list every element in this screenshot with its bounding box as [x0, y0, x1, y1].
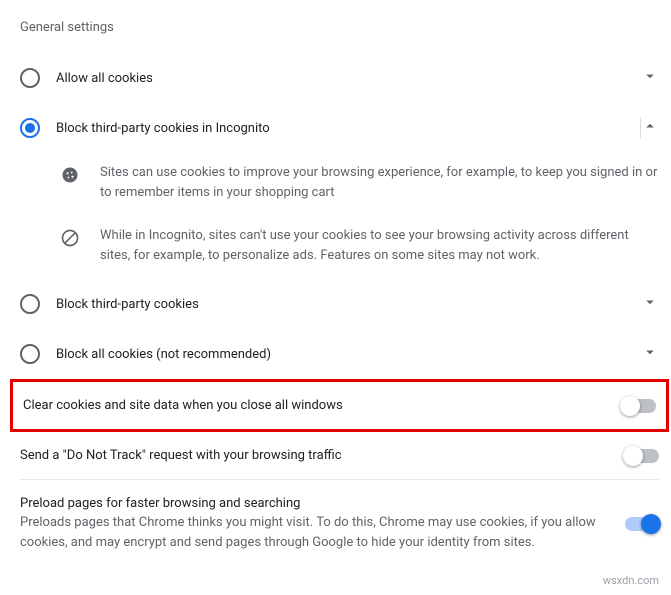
option-block-third-party-incognito[interactable]: Block third-party cookies in Incognito	[20, 103, 659, 153]
option-label: Block all cookies (not recommended)	[56, 347, 641, 362]
chevron-up-icon	[641, 117, 659, 139]
option-block-third-party[interactable]: Block third-party cookies	[20, 279, 659, 329]
detail-text: Sites can use cookies to improve your br…	[100, 163, 659, 202]
toggle-preload-pages[interactable]: Preload pages for faster browsing and se…	[20, 480, 659, 568]
section-heading: General settings	[20, 20, 659, 35]
block-icon	[60, 228, 80, 248]
toggle-clear-on-close[interactable]: Clear cookies and site data when you clo…	[23, 382, 656, 429]
option-label: Block third-party cookies	[56, 297, 641, 312]
detail-text: While in Incognito, sites can't use your…	[100, 226, 659, 265]
radio-icon	[20, 294, 40, 314]
chevron-down-icon	[641, 67, 659, 89]
option-label: Block third-party cookies in Incognito	[56, 121, 616, 136]
switch-off-icon[interactable]	[622, 399, 656, 413]
toggle-description: Preloads pages that Chrome thinks you mi…	[20, 513, 609, 552]
toggle-label: Send a "Do Not Track" request with your …	[20, 448, 609, 463]
toggle-label: Preload pages for faster browsing and se…	[20, 496, 609, 511]
highlighted-setting: Clear cookies and site data when you clo…	[10, 379, 669, 432]
option-block-all[interactable]: Block all cookies (not recommended)	[20, 329, 659, 379]
switch-off-icon[interactable]	[625, 449, 659, 463]
toggle-do-not-track[interactable]: Send a "Do Not Track" request with your …	[20, 432, 659, 479]
radio-selected-icon	[20, 118, 40, 138]
option-label: Allow all cookies	[56, 71, 641, 86]
detail-incognito-block: While in Incognito, sites can't use your…	[20, 216, 659, 279]
chevron-down-icon	[641, 293, 659, 315]
radio-icon	[20, 344, 40, 364]
chevron-down-icon	[641, 343, 659, 365]
toggle-label: Clear cookies and site data when you clo…	[23, 398, 606, 413]
radio-icon	[20, 68, 40, 88]
divider	[626, 117, 641, 139]
option-allow-all[interactable]: Allow all cookies	[20, 53, 659, 103]
cookie-icon	[60, 165, 80, 185]
switch-on-icon[interactable]	[625, 517, 659, 531]
detail-cookie-use: Sites can use cookies to improve your br…	[20, 153, 659, 216]
